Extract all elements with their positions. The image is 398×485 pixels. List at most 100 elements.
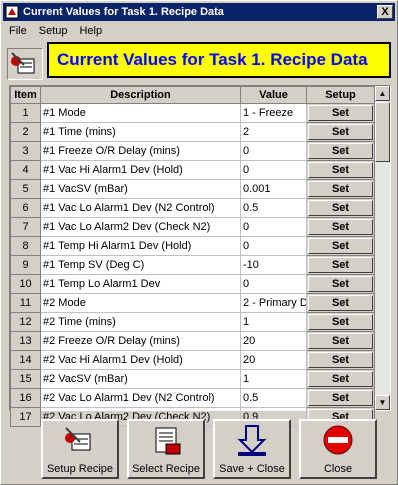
table-row: 11 #2 Mode 2 - Primary Dr Set xyxy=(10,293,375,313)
row-description: #1 Time (mins) xyxy=(40,122,241,142)
row-description: #2 Freeze O/R Delay (mins) xyxy=(40,331,241,351)
row-description: #1 Freeze O/R Delay (mins) xyxy=(40,141,241,161)
row-description: #2 Vac Hi Alarm1 Dev (Hold) xyxy=(40,350,241,370)
main-window: Current Values for Task 1. Recipe Data X… xyxy=(0,0,398,485)
column-header-item: Item xyxy=(10,86,41,104)
row-item-number: 17 xyxy=(10,407,41,427)
set-button[interactable]: Set xyxy=(308,352,373,368)
scroll-down-icon[interactable]: ▼ xyxy=(375,395,390,410)
row-value[interactable]: 0 xyxy=(240,141,307,161)
table-row: 15 #2 VacSV (mBar) 1 Set xyxy=(10,369,375,389)
row-value[interactable]: 0 xyxy=(240,217,307,237)
table-row: 9 #1 Temp SV (Deg C) -10 Set xyxy=(10,255,375,275)
row-description: #1 Temp SV (Deg C) xyxy=(40,255,241,275)
row-value[interactable]: 0 xyxy=(240,160,307,180)
column-header-description: Description xyxy=(40,86,241,104)
set-button[interactable]: Set xyxy=(308,105,373,121)
row-value[interactable]: -10 xyxy=(240,255,307,275)
vertical-scrollbar[interactable]: ▲ ▼ xyxy=(375,86,390,410)
row-item-number: 14 xyxy=(10,350,41,370)
row-item-number: 16 xyxy=(10,388,41,408)
row-description: #1 Temp Hi Alarm1 Dev (Hold) xyxy=(40,236,241,256)
scroll-up-icon[interactable]: ▲ xyxy=(375,86,390,101)
row-item-number: 11 xyxy=(10,293,41,313)
row-value[interactable]: 1 xyxy=(240,369,307,389)
column-header-setup: Setup xyxy=(306,86,375,104)
set-button[interactable]: Set xyxy=(308,162,373,178)
row-item-number: 2 xyxy=(10,122,41,142)
row-setup-cell: Set xyxy=(306,388,375,408)
row-setup-cell: Set xyxy=(306,198,375,218)
recipe-data-grid[interactable]: Item Description Value Setup 1 #1 Mode 1 -… xyxy=(9,85,391,427)
set-button[interactable]: Set xyxy=(308,143,373,159)
page-banner: Current Values for Task 1. Recipe Data xyxy=(47,42,391,78)
row-description: #2 VacSV (mBar) xyxy=(40,369,241,389)
row-setup-cell: Set xyxy=(306,141,375,161)
set-button[interactable]: Set xyxy=(308,200,373,216)
table-row: 16 #2 Vac Lo Alarm1 Dev (N2 Control) 0.5 Se… xyxy=(10,388,375,408)
row-value[interactable]: 2 - Primary Dr xyxy=(240,293,307,313)
set-button[interactable]: Set xyxy=(308,295,373,311)
row-description: #1 Mode xyxy=(40,103,241,123)
row-setup-cell: Set xyxy=(306,122,375,142)
menu-help[interactable]: Help xyxy=(73,25,108,37)
table-row: 2 #1 Time (mins) 2 Set xyxy=(10,122,375,142)
scroll-thumb[interactable] xyxy=(375,102,390,162)
save-close-button[interactable]: Save + Close xyxy=(213,419,291,479)
row-value[interactable]: 20 xyxy=(240,350,307,370)
row-value[interactable]: 0 xyxy=(240,236,307,256)
row-description: #2 Vac Lo Alarm1 Dev (N2 Control) xyxy=(40,388,241,408)
setup-recipe-label: Setup Recipe xyxy=(46,463,114,475)
set-button[interactable]: Set xyxy=(308,219,373,235)
set-button[interactable]: Set xyxy=(308,371,373,387)
set-button[interactable]: Set xyxy=(308,314,373,330)
select-recipe-label: Select Recipe xyxy=(132,463,200,475)
save-close-label: Save + Close xyxy=(219,463,285,475)
row-setup-cell: Set xyxy=(306,179,375,199)
row-item-number: 13 xyxy=(10,331,41,351)
set-button[interactable]: Set xyxy=(308,238,373,254)
header-row: Current Values for Task 1. Recipe Data xyxy=(5,42,393,82)
set-button[interactable]: Set xyxy=(308,124,373,140)
setup-recipe-button[interactable]: Setup Recipe xyxy=(41,419,119,479)
save-arrow-icon xyxy=(237,425,267,456)
row-description: #2 Mode xyxy=(40,293,241,313)
set-button[interactable]: Set xyxy=(308,257,373,273)
row-setup-cell: Set xyxy=(306,217,375,237)
close-window-button[interactable]: X xyxy=(377,5,393,19)
menu-setup[interactable]: Setup xyxy=(33,25,74,37)
table-row: 7 #1 Vac Lo Alarm2 Dev (Check N2) 0 Set xyxy=(10,217,375,237)
row-value[interactable]: 1 xyxy=(240,312,307,332)
set-button[interactable]: Set xyxy=(308,276,373,292)
row-value[interactable]: 0.5 xyxy=(240,198,307,218)
row-item-number: 7 xyxy=(10,217,41,237)
row-item-number: 15 xyxy=(10,369,41,389)
table-body: 1 #1 Mode 1 - Freeze Set 2 #1 Time (mins) 2 Set… xyxy=(10,103,375,427)
row-value[interactable]: 1 - Freeze xyxy=(240,103,307,123)
table-row: 1 #1 Mode 1 - Freeze Set xyxy=(10,103,375,123)
row-value[interactable]: 0.5 xyxy=(240,388,307,408)
set-button[interactable]: Set xyxy=(308,390,373,406)
row-setup-cell: Set xyxy=(306,350,375,370)
set-button[interactable]: Set xyxy=(308,333,373,349)
row-value[interactable]: 20 xyxy=(240,331,307,351)
row-value[interactable]: 0.001 xyxy=(240,179,307,199)
close-button[interactable]: Close xyxy=(299,419,377,479)
select-recipe-button[interactable]: Select Recipe xyxy=(127,419,205,479)
row-item-number: 12 xyxy=(10,312,41,332)
table-row: 5 #1 VacSV (mBar) 0.001 Set xyxy=(10,179,375,199)
recipe-table: Item Description Value Setup 1 #1 Mode 1 -… xyxy=(10,86,375,427)
menu-bar: File Setup Help xyxy=(3,22,395,40)
set-button[interactable]: Set xyxy=(308,181,373,197)
row-setup-cell: Set xyxy=(306,236,375,256)
table-row: 4 #1 Vac Hi Alarm1 Dev (Hold) 0 Set xyxy=(10,160,375,180)
row-value[interactable]: 2 xyxy=(240,122,307,142)
menu-file[interactable]: File xyxy=(3,25,33,37)
row-item-number: 6 xyxy=(10,198,41,218)
select-recipe-icon xyxy=(155,427,181,455)
row-description: #1 Vac Lo Alarm1 Dev (N2 Control) xyxy=(40,198,241,218)
row-item-number: 8 xyxy=(10,236,41,256)
window-title: Current Values for Task 1. Recipe Data xyxy=(23,6,224,18)
table-row: 3 #1 Freeze O/R Delay (mins) 0 Set xyxy=(10,141,375,161)
row-value[interactable]: 0 xyxy=(240,274,307,294)
